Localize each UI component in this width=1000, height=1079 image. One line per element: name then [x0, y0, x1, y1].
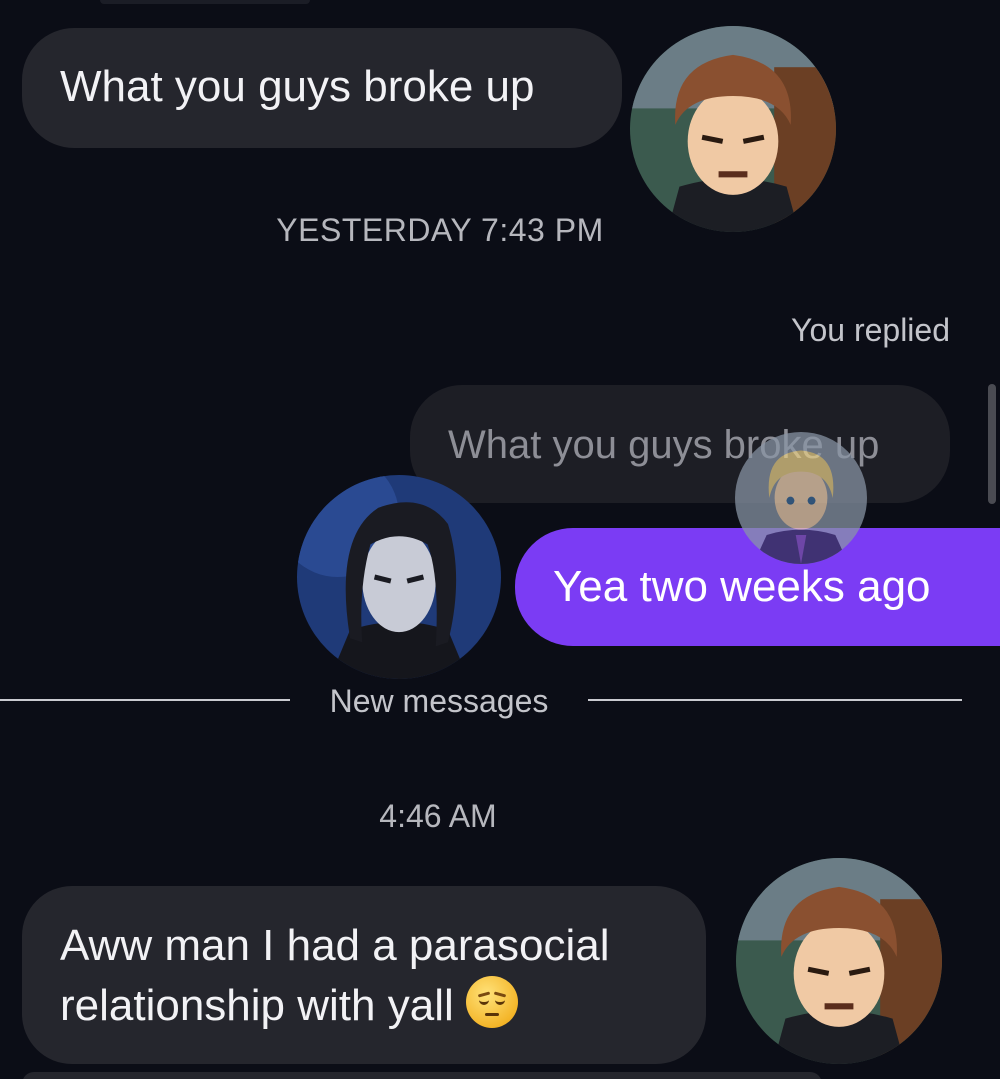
quoted-reply-bubble[interactable]: What you guys broke up [410, 385, 950, 503]
divider-line [588, 699, 962, 701]
message-text: relationship with yall [60, 981, 454, 1030]
jean-avatar-image [630, 26, 836, 232]
message-text: What you guys broke up [60, 62, 535, 111]
new-messages-label: New messages [329, 683, 549, 719]
scrollbar[interactable] [988, 384, 996, 504]
message-text: Yea two weeks ago [553, 562, 931, 611]
jean-avatar[interactable] [630, 26, 836, 232]
chat-screen: What you guys broke up YESTERDAY 7:43 PM… [0, 0, 1000, 1079]
divider-line [0, 699, 290, 701]
message-text-line-1: Aww man I had a parasocial [60, 921, 610, 970]
incoming-message-bubble[interactable]: Aww man I had a parasocial relationship … [22, 886, 706, 1064]
message-text-line-2: relationship with yall [60, 976, 706, 1036]
timestamp: 4:46 AM [379, 798, 497, 834]
jean-avatar-image [736, 858, 942, 1064]
previous-bubble-edge [100, 0, 310, 4]
timestamp: YESTERDAY 7:43 PM [276, 212, 604, 248]
incoming-message-bubble[interactable]: What you guys broke up [22, 28, 622, 148]
armin-avatar-image [735, 432, 867, 564]
you-replied-label: You replied [791, 312, 950, 348]
eren-avatar[interactable] [297, 475, 501, 679]
pensive-face-emoji [465, 976, 518, 1028]
armin-read-receipt-avatar [735, 432, 867, 564]
next-bubble-edge [22, 1072, 822, 1079]
jean-avatar[interactable] [736, 858, 942, 1064]
eren-avatar-image [297, 475, 501, 679]
